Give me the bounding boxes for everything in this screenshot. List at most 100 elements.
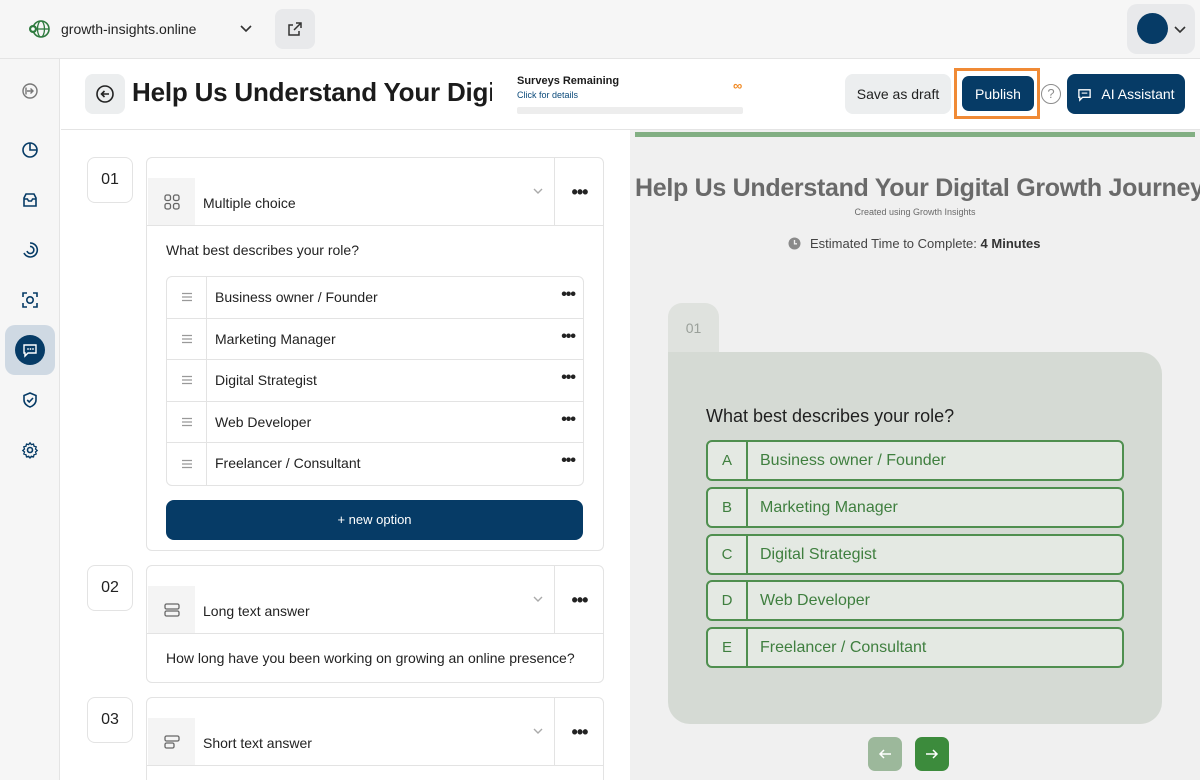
surveys-remaining-title: Surveys Remaining — [517, 75, 620, 87]
preview-next-button[interactable] — [915, 737, 949, 771]
preview-option[interactable]: E Freelancer / Consultant — [706, 627, 1124, 668]
globe-icon — [29, 20, 50, 38]
publish-button[interactable]: Publish — [962, 76, 1034, 111]
option-label[interactable]: Business owner / Founder — [215, 289, 378, 305]
question-type-icon-box — [148, 586, 195, 633]
preview-option-letter: B — [708, 489, 748, 526]
question-card: Short text answer ••• — [146, 697, 604, 780]
sidebar-item-collapse[interactable] — [5, 66, 55, 116]
site-name[interactable]: growth-insights.online — [61, 21, 196, 37]
survey-chat-icon — [23, 344, 37, 358]
option-row[interactable]: Business owner / Founder ••• — [167, 277, 583, 319]
arrow-left-circle-icon — [96, 85, 114, 103]
question-text[interactable]: What best describes your role? — [147, 226, 603, 276]
drag-handle-icon[interactable] — [167, 360, 207, 401]
question-text[interactable]: How long have you been working on growin… — [147, 634, 603, 684]
option-row[interactable]: Marketing Manager ••• — [167, 318, 583, 360]
option-more-icon[interactable]: ••• — [561, 452, 576, 470]
sidebar-item-inbox[interactable] — [5, 175, 55, 225]
preview-option[interactable]: B Marketing Manager — [706, 487, 1124, 528]
preview-option-label: Marketing Manager — [760, 499, 898, 516]
sidebar-item-settings[interactable] — [5, 425, 55, 475]
clock-icon — [788, 237, 801, 250]
survey-header: Help Us Understand Your Digit Surveys Re… — [61, 59, 1200, 130]
page-title[interactable]: Help Us Understand Your Digit — [132, 77, 492, 108]
option-label[interactable]: Marketing Manager — [215, 331, 336, 347]
back-button[interactable] — [85, 74, 125, 114]
option-label[interactable]: Web Developer — [215, 414, 311, 430]
question-type-selector[interactable]: Multiple choice ••• — [147, 158, 603, 226]
surveys-remaining[interactable]: Surveys Remaining Click for details ∞ — [517, 74, 743, 114]
preview-prev-button[interactable] — [868, 737, 902, 771]
question-editor: 01 Multiple choice ••• What best describ… — [61, 130, 630, 780]
question-type-label: Short text answer — [203, 735, 312, 751]
chat-icon — [1078, 88, 1092, 102]
option-row[interactable]: Digital Strategist ••• — [167, 360, 583, 402]
question-number: 03 — [87, 697, 133, 743]
option-row[interactable]: Web Developer ••• — [167, 401, 583, 443]
question-card: Multiple choice ••• What best describes … — [146, 157, 604, 551]
avatar — [1137, 13, 1168, 44]
option-label[interactable]: Digital Strategist — [215, 372, 317, 388]
surveys-remaining-value: ∞ — [733, 78, 743, 93]
preview-option-label: Business owner / Founder — [760, 452, 946, 469]
preview-option[interactable]: A Business owner / Founder — [706, 440, 1124, 481]
preview-question-card: What best describes your role? A Busines… — [668, 352, 1162, 724]
question-card: Long text answer ••• How long have you b… — [146, 565, 604, 683]
sidebar — [0, 59, 60, 780]
help-icon[interactable]: ? — [1041, 84, 1061, 104]
drag-handle-icon[interactable] — [167, 277, 207, 318]
inbox-icon — [23, 193, 37, 207]
preview-time-label: Estimated Time to Complete: — [810, 236, 977, 251]
sidebar-item-dashboard[interactable] — [5, 125, 55, 175]
preview-option-letter: C — [708, 536, 748, 573]
gear-icon — [21, 441, 39, 459]
active-indicator — [15, 335, 45, 365]
question-number: 01 — [87, 157, 133, 203]
new-option-button[interactable]: + new option — [166, 499, 583, 540]
long-text-icon — [163, 602, 180, 617]
drag-handle-icon[interactable] — [167, 401, 207, 442]
preview-option-letter: E — [708, 629, 748, 666]
ai-assistant-button[interactable]: AI Assistant — [1067, 74, 1185, 114]
option-more-icon[interactable]: ••• — [561, 411, 576, 429]
save-draft-button[interactable]: Save as draft — [845, 74, 951, 114]
preview-option[interactable]: C Digital Strategist — [706, 534, 1124, 575]
surveys-remaining-bar — [517, 107, 743, 114]
sidebar-item-analytics[interactable] — [5, 225, 55, 275]
option-more-icon[interactable]: ••• — [561, 328, 576, 346]
sidebar-item-focus[interactable] — [5, 275, 55, 325]
option-more-icon[interactable]: ••• — [561, 369, 576, 387]
question-type-label: Multiple choice — [203, 195, 296, 211]
chevron-down-icon[interactable] — [238, 20, 254, 36]
arrow-right-icon — [926, 749, 939, 759]
question-type-selector[interactable]: Short text answer ••• — [147, 698, 603, 766]
chevron-down-icon — [533, 728, 543, 734]
question-type-selector[interactable]: Long text answer ••• — [147, 566, 603, 634]
option-row[interactable]: Freelancer / Consultant ••• — [167, 443, 583, 485]
preview-option-label: Freelancer / Consultant — [760, 639, 927, 656]
analytics-icon — [23, 242, 39, 258]
drag-handle-icon[interactable] — [167, 318, 207, 359]
sidebar-item-surveys[interactable] — [5, 325, 55, 375]
open-external-button[interactable] — [275, 9, 315, 49]
question-more-button[interactable]: ••• — [554, 698, 604, 766]
question-number: 02 — [87, 565, 133, 611]
profile-menu-button[interactable] — [1127, 4, 1195, 54]
chevron-down-icon — [533, 596, 543, 602]
shield-check-icon — [23, 392, 37, 408]
drag-handle-icon[interactable] — [167, 443, 207, 485]
option-more-icon[interactable]: ••• — [561, 286, 576, 304]
short-text-icon — [163, 734, 180, 749]
question-more-button[interactable]: ••• — [554, 158, 604, 226]
publish-highlight: Publish — [954, 68, 1040, 119]
option-label[interactable]: Freelancer / Consultant — [215, 455, 361, 471]
sidebar-item-security[interactable] — [5, 375, 55, 425]
surveys-details-link[interactable]: Click for details — [517, 90, 578, 100]
question-more-button[interactable]: ••• — [554, 566, 604, 634]
preview-option[interactable]: D Web Developer — [706, 580, 1124, 621]
chart-pie-icon — [22, 142, 38, 158]
preview-option-letter: A — [708, 442, 748, 479]
preview-time: Estimated Time to Complete: 4 Minutes — [788, 236, 1041, 251]
external-link-icon — [288, 22, 302, 36]
